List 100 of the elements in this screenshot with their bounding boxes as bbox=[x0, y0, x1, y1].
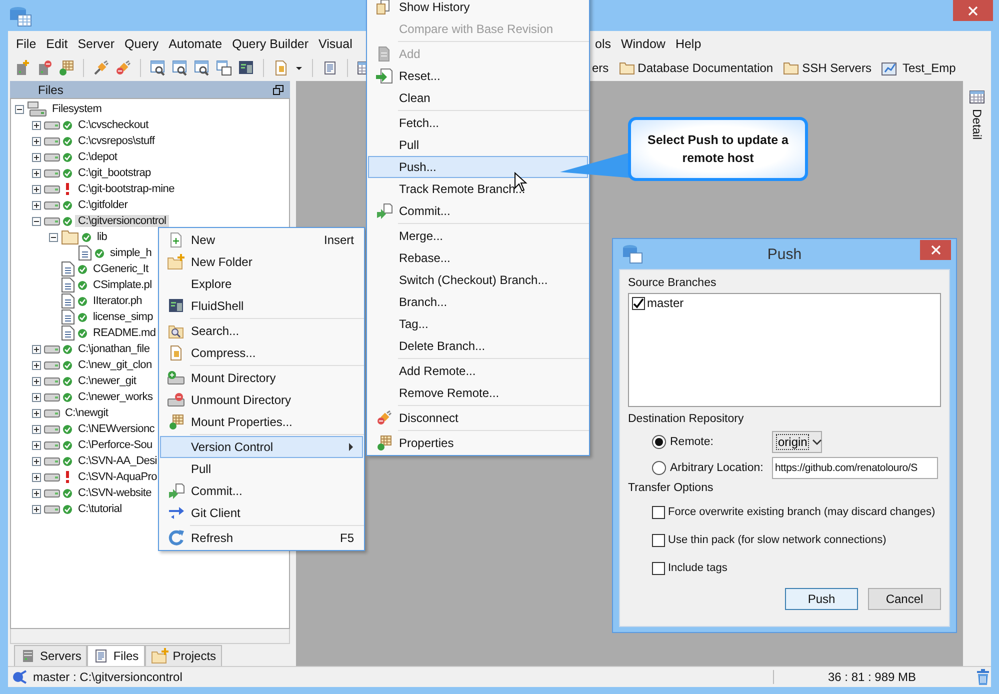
tree-item[interactable]: C:\git-bootstrap-mine bbox=[75, 183, 178, 195]
menu-item[interactable]: Fetch... bbox=[368, 112, 588, 134]
menu-item[interactable]: Reset... bbox=[368, 65, 588, 87]
tree-item[interactable]: C:\SVN-website bbox=[75, 487, 154, 499]
remove-server-icon[interactable] bbox=[36, 60, 52, 76]
menu-item[interactable]: Branch... bbox=[368, 291, 588, 313]
tab[interactable]: Files bbox=[87, 645, 145, 666]
terminal-icon[interactable] bbox=[238, 60, 254, 76]
menu[interactable]: Query bbox=[120, 34, 164, 54]
table-search-icon[interactable] bbox=[150, 60, 166, 76]
expand-icon[interactable] bbox=[32, 424, 40, 434]
menu-item[interactable]: Pull bbox=[368, 134, 588, 156]
tree-item[interactable]: simple_h bbox=[107, 247, 155, 259]
menu-item[interactable]: Merge... bbox=[368, 225, 588, 247]
expand-icon[interactable] bbox=[32, 200, 40, 210]
remote-dropdown[interactable]: origin bbox=[772, 431, 822, 453]
dialog-button[interactable]: Cancel bbox=[868, 588, 941, 610]
expand-icon[interactable] bbox=[32, 152, 40, 162]
expand-icon[interactable] bbox=[32, 344, 40, 354]
script-icon[interactable] bbox=[322, 60, 338, 76]
bookmark[interactable]: Database Documentation bbox=[618, 60, 774, 74]
tree-item[interactable]: Filesystem bbox=[49, 103, 105, 115]
menu-item[interactable]: FluidShell bbox=[160, 295, 363, 317]
tree-item[interactable]: C:\new_git_clon bbox=[75, 359, 155, 371]
collapse-icon[interactable] bbox=[14, 104, 24, 114]
horizontal-scrollbar[interactable] bbox=[10, 629, 290, 644]
bookmark[interactable]: Test_Emp bbox=[881, 60, 956, 76]
tab[interactable]: Servers bbox=[14, 645, 88, 666]
menu-item[interactable]: Commit... bbox=[368, 200, 588, 222]
plug-icon[interactable] bbox=[115, 60, 131, 76]
tree-item[interactable]: C:\cvsrepos\stuff bbox=[75, 135, 158, 147]
tree-item[interactable]: license_simp bbox=[90, 311, 156, 323]
menu-item[interactable]: Tag... bbox=[368, 313, 588, 335]
tree-item[interactable]: C:\git_bootstrap bbox=[75, 167, 154, 179]
expand-icon[interactable] bbox=[32, 392, 40, 402]
menu-item[interactable]: Version Control bbox=[160, 436, 363, 458]
menu-item[interactable]: Delete Branch... bbox=[368, 335, 588, 357]
expand-icon[interactable] bbox=[32, 360, 40, 370]
windows-icon[interactable] bbox=[216, 60, 232, 76]
expand-icon[interactable] bbox=[32, 184, 40, 194]
tree-item[interactable]: C:\newer_git bbox=[75, 375, 140, 387]
trash-icon[interactable] bbox=[975, 668, 991, 686]
collapse-icon[interactable] bbox=[32, 216, 40, 226]
menu-item[interactable]: Explore bbox=[160, 273, 363, 295]
tree-item[interactable]: C:\Perforce-Sou bbox=[75, 439, 156, 451]
menu-item[interactable]: Show History bbox=[368, 0, 588, 18]
bookmark[interactable]: SSH Servers bbox=[783, 60, 872, 74]
tree-item[interactable]: C:\newer_works bbox=[75, 391, 156, 403]
tree-item[interactable]: CGeneric_It bbox=[90, 263, 152, 275]
expand-icon[interactable] bbox=[32, 440, 40, 450]
expand-icon[interactable] bbox=[32, 408, 40, 418]
menu-item[interactable]: Push... bbox=[368, 156, 588, 178]
grid-icon[interactable] bbox=[58, 60, 74, 76]
expand-icon[interactable] bbox=[32, 456, 40, 466]
menu-item[interactable]: Track Remote Branch... bbox=[368, 178, 588, 200]
menu-item[interactable]: Compress... bbox=[160, 342, 363, 364]
menu-item[interactable]: Disconnect bbox=[368, 407, 588, 429]
menu-item[interactable]: Git Client bbox=[160, 502, 363, 524]
expand-icon[interactable] bbox=[32, 488, 40, 498]
checkbox[interactable] bbox=[652, 506, 665, 518]
tree-item[interactable]: C:\depot bbox=[75, 151, 120, 163]
tree-item[interactable]: README.md bbox=[90, 327, 159, 339]
menu[interactable]: Query Builder bbox=[227, 34, 314, 54]
expand-icon[interactable] bbox=[32, 472, 40, 482]
expand-icon[interactable] bbox=[32, 136, 40, 146]
menu[interactable]: Automate bbox=[164, 34, 228, 54]
checkbox[interactable] bbox=[632, 296, 645, 310]
side-tab[interactable]: Detail bbox=[970, 109, 984, 140]
tree-item[interactable]: C:\jonathan_file bbox=[75, 343, 153, 355]
radio-button[interactable] bbox=[652, 461, 666, 475]
menu[interactable]: Edit bbox=[41, 34, 73, 54]
radio-button[interactable] bbox=[652, 435, 666, 449]
table-search-icon[interactable] bbox=[194, 60, 210, 76]
expand-icon[interactable] bbox=[32, 120, 40, 130]
menu-item[interactable]: Commit... bbox=[160, 480, 363, 502]
tree-item[interactable]: C:\NEWversionc bbox=[75, 423, 158, 435]
tree-item[interactable]: C:\tutorial bbox=[75, 503, 125, 515]
tree-item[interactable]: C:\cvscheckout bbox=[75, 119, 152, 131]
menu-item[interactable]: Rebase... bbox=[368, 247, 588, 269]
tree-item[interactable]: C:\SVN-AA_Desi bbox=[75, 455, 160, 467]
menu-item[interactable]: Search... bbox=[160, 320, 363, 342]
tree-item[interactable]: C:\gitfolder bbox=[75, 199, 131, 211]
document-icon[interactable] bbox=[273, 60, 289, 76]
plug-icon[interactable] bbox=[93, 60, 109, 76]
menu-item[interactable]: New Folder bbox=[160, 251, 363, 273]
restore-icon[interactable] bbox=[273, 84, 284, 94]
menu-item[interactable]: Mount Properties... bbox=[160, 411, 363, 433]
table-search-icon[interactable] bbox=[172, 60, 188, 76]
tree-item[interactable]: C:\gitversioncontrol bbox=[75, 215, 170, 227]
tree-item[interactable]: C:\newgit bbox=[62, 407, 112, 419]
menu-item[interactable]: Properties bbox=[368, 432, 588, 454]
checkbox[interactable] bbox=[652, 562, 665, 574]
tab[interactable]: Projects bbox=[144, 645, 222, 666]
collapse-icon[interactable] bbox=[48, 232, 58, 242]
checkbox[interactable] bbox=[652, 534, 665, 546]
menu-item[interactable]: Pull bbox=[160, 458, 363, 480]
menu[interactable]: Server bbox=[72, 34, 120, 54]
expand-icon[interactable] bbox=[32, 376, 40, 386]
close-button[interactable] bbox=[953, 0, 993, 21]
expand-icon[interactable] bbox=[32, 168, 40, 178]
